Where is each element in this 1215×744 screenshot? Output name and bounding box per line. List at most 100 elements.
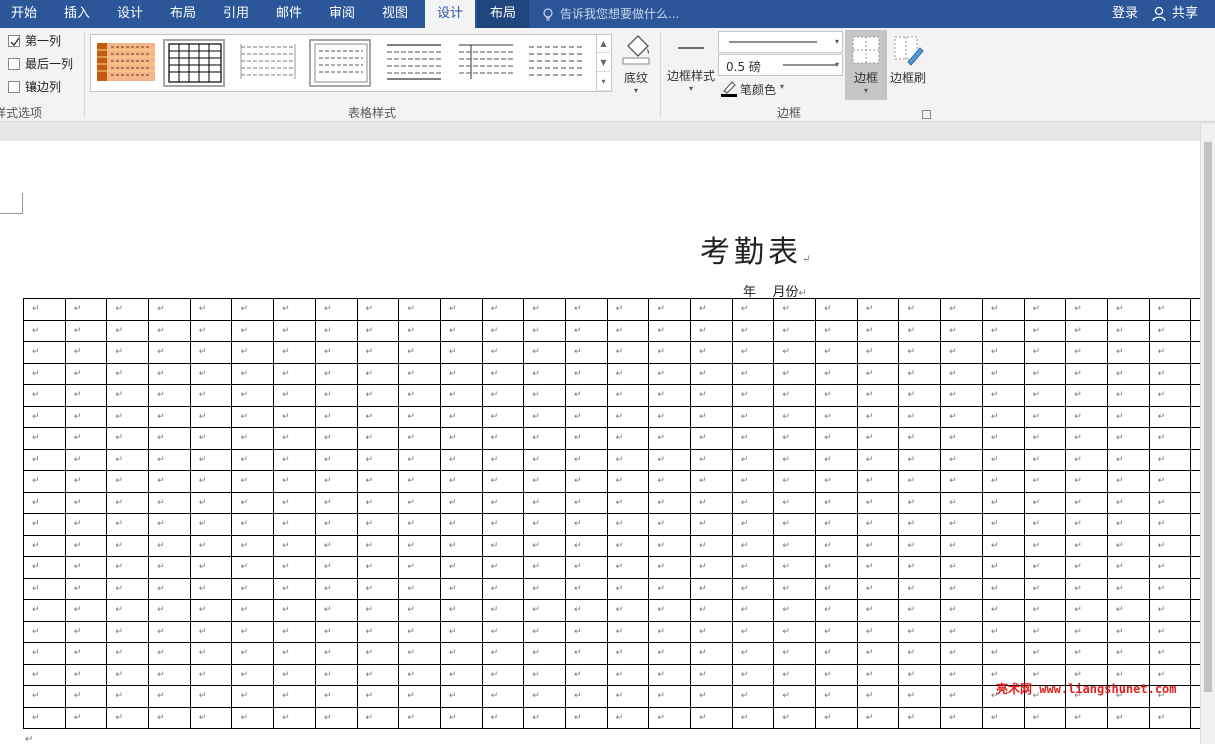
table-cell[interactable]: ↵ — [481, 513, 525, 536]
table-cell[interactable]: ↵ — [648, 384, 691, 407]
table-cell[interactable]: ↵ — [148, 341, 191, 364]
table-style-thumb[interactable] — [237, 39, 299, 87]
table-cell[interactable]: ↵ — [523, 513, 566, 536]
table-cell[interactable]: ↵ — [106, 599, 150, 622]
table-cell[interactable]: ↵ — [23, 362, 66, 385]
table-cell[interactable]: ↵ — [690, 384, 733, 407]
table-cell[interactable]: ↵ — [731, 620, 775, 643]
table-cell[interactable]: ↵ — [1106, 534, 1150, 557]
table-cell[interactable]: ↵ — [231, 362, 275, 385]
table-cell[interactable]: ↵ — [898, 298, 942, 321]
table-cell[interactable]: ↵ — [439, 599, 483, 622]
table-cell[interactable]: ↵ — [148, 470, 191, 493]
table-cell[interactable]: ↵ — [356, 319, 400, 342]
dialog-launcher-icon[interactable] — [922, 110, 931, 119]
table-cell[interactable]: ↵ — [523, 685, 566, 708]
table-cell[interactable]: ↵ — [148, 706, 191, 729]
table-cell[interactable]: ↵ — [273, 513, 316, 536]
table-cell[interactable]: ↵ — [1190, 642, 1200, 665]
table-cell[interactable]: ↵ — [23, 534, 66, 557]
table-cell[interactable]: ↵ — [773, 491, 817, 514]
table-cell[interactable]: ↵ — [1190, 577, 1200, 600]
table-cell[interactable]: ↵ — [1148, 298, 1192, 321]
table-cell[interactable]: ↵ — [106, 341, 150, 364]
table-cell[interactable]: ↵ — [606, 427, 650, 450]
table-cell[interactable]: ↵ — [815, 448, 858, 471]
table-cell[interactable]: ↵ — [23, 577, 66, 600]
tab-references[interactable]: 引用 — [212, 0, 260, 28]
table-cell[interactable]: ↵ — [439, 513, 483, 536]
table-cell[interactable]: ↵ — [1023, 706, 1067, 729]
table-cell[interactable]: ↵ — [1023, 298, 1067, 321]
table-cell[interactable]: ↵ — [856, 298, 900, 321]
table-cell[interactable]: ↵ — [1148, 384, 1192, 407]
table-cell[interactable]: ↵ — [1065, 534, 1108, 557]
table-cell[interactable]: ↵ — [1106, 341, 1150, 364]
table-cell[interactable]: ↵ — [148, 685, 191, 708]
first-column-checkbox[interactable]: 第一列 — [8, 33, 61, 49]
table-cell[interactable]: ↵ — [856, 362, 900, 385]
table-cell[interactable]: ↵ — [148, 319, 191, 342]
table-cell[interactable]: ↵ — [106, 685, 150, 708]
table-cell[interactable]: ↵ — [231, 599, 275, 622]
table-cell[interactable]: ↵ — [398, 341, 441, 364]
table-cell[interactable]: ↵ — [815, 663, 858, 686]
table-cell[interactable]: ↵ — [356, 405, 400, 428]
table-cell[interactable]: ↵ — [1106, 706, 1150, 729]
table-cell[interactable]: ↵ — [981, 577, 1025, 600]
table-cell[interactable]: ↵ — [273, 556, 316, 579]
table-cell[interactable]: ↵ — [773, 685, 817, 708]
table-cell[interactable]: ↵ — [439, 642, 483, 665]
table-cell[interactable]: ↵ — [356, 362, 400, 385]
table-cell[interactable]: ↵ — [523, 448, 566, 471]
tab-view[interactable]: 视图 — [371, 0, 419, 28]
table-cell[interactable]: ↵ — [648, 556, 691, 579]
table-cell[interactable]: ↵ — [314, 405, 358, 428]
table-cell[interactable]: ↵ — [856, 427, 900, 450]
table-cell[interactable]: ↵ — [148, 491, 191, 514]
table-style-thumb[interactable] — [455, 39, 517, 87]
table-cell[interactable]: ↵ — [1148, 341, 1192, 364]
table-cell[interactable]: ↵ — [273, 341, 316, 364]
table-cell[interactable]: ↵ — [481, 405, 525, 428]
line-weight-dropdown[interactable]: 0.5 磅 ▾ — [718, 54, 843, 76]
table-cell[interactable]: ↵ — [314, 620, 358, 643]
table-cell[interactable]: ↵ — [314, 298, 358, 321]
table-cell[interactable]: ↵ — [773, 513, 817, 536]
table-cell[interactable]: ↵ — [106, 491, 150, 514]
table-cell[interactable]: ↵ — [64, 685, 108, 708]
table-cell[interactable]: ↵ — [773, 534, 817, 557]
table-cell[interactable]: ↵ — [1106, 491, 1150, 514]
table-cell[interactable]: ↵ — [439, 384, 483, 407]
table-cell[interactable]: ↵ — [606, 341, 650, 364]
table-cell[interactable]: ↵ — [773, 642, 817, 665]
table-cell[interactable]: ↵ — [23, 556, 66, 579]
table-cell[interactable]: ↵ — [314, 341, 358, 364]
table-cell[interactable]: ↵ — [1190, 556, 1200, 579]
table-cell[interactable]: ↵ — [731, 470, 775, 493]
table-cell[interactable]: ↵ — [481, 663, 525, 686]
table-cell[interactable]: ↵ — [564, 663, 608, 686]
table-cell[interactable]: ↵ — [439, 577, 483, 600]
tell-me-box[interactable]: 告诉我您想要做什么... — [542, 0, 679, 28]
table-cell[interactable]: ↵ — [106, 513, 150, 536]
table-cell[interactable]: ↵ — [1190, 491, 1200, 514]
table-cell[interactable]: ↵ — [1148, 577, 1192, 600]
table-cell[interactable]: ↵ — [1106, 362, 1150, 385]
table-cell[interactable]: ↵ — [23, 319, 66, 342]
table-cell[interactable]: ↵ — [273, 642, 316, 665]
table-cell[interactable]: ↵ — [690, 642, 733, 665]
table-cell[interactable]: ↵ — [481, 427, 525, 450]
table-cell[interactable]: ↵ — [314, 599, 358, 622]
table-cell[interactable]: ↵ — [1106, 599, 1150, 622]
table-cell[interactable]: ↵ — [439, 534, 483, 557]
table-cell[interactable]: ↵ — [815, 298, 858, 321]
table-cell[interactable]: ↵ — [648, 513, 691, 536]
table-cell[interactable]: ↵ — [481, 685, 525, 708]
table-cell[interactable]: ↵ — [189, 384, 233, 407]
table-cell[interactable]: ↵ — [189, 298, 233, 321]
share-button[interactable]: 共享 — [1152, 0, 1198, 28]
table-cell[interactable]: ↵ — [690, 577, 733, 600]
table-cell[interactable]: ↵ — [856, 513, 900, 536]
table-cell[interactable]: ↵ — [731, 577, 775, 600]
